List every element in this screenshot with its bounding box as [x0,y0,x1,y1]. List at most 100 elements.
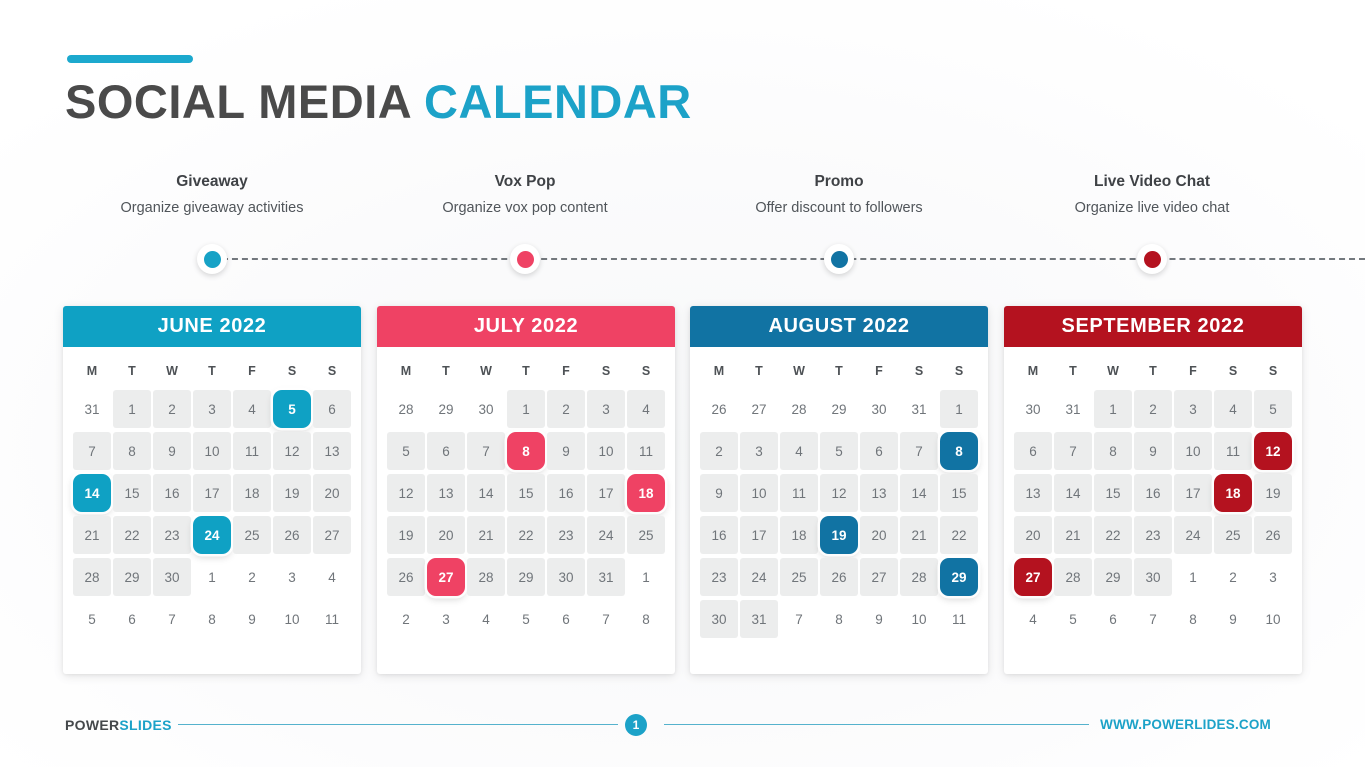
calendar-day-cell[interactable]: 5 [72,599,112,639]
calendar-day-cell[interactable]: 9 [546,431,586,471]
calendar-day-cell[interactable]: 8 [819,599,859,639]
calendar-day-cell[interactable]: 21 [899,515,939,555]
calendar-day-cell[interactable]: 24 [1173,515,1213,555]
calendar-day-cell[interactable]: 3 [426,599,466,639]
calendar-day-cell[interactable]: 15 [506,473,546,513]
calendar-day-cell[interactable]: 16 [1133,473,1173,513]
calendar-day-cell[interactable]: 12 [386,473,426,513]
calendar-day-cell[interactable]: 21 [466,515,506,555]
calendar-day-cell[interactable]: 14 [899,473,939,513]
timeline-dot-marker[interactable] [824,244,854,274]
calendar-day-cell[interactable]: 2 [1133,389,1173,429]
calendar-day-cell[interactable]: 28 [1053,557,1093,597]
calendar-day-cell[interactable]: 12 [272,431,312,471]
calendar-day-cell[interactable]: 13 [859,473,899,513]
calendar-day-cell[interactable]: 10 [1173,431,1213,471]
calendar-day-cell[interactable]: 30 [546,557,586,597]
calendar-day-cell[interactable]: 9 [859,599,899,639]
calendar-day-cell[interactable]: 27 [1013,557,1053,597]
calendar-day-cell[interactable]: 7 [899,431,939,471]
calendar-day-cell[interactable]: 29 [1093,557,1133,597]
calendar-day-cell[interactable]: 14 [1053,473,1093,513]
calendar-day-cell[interactable]: 5 [819,431,859,471]
calendar-day-cell[interactable]: 5 [1253,389,1293,429]
calendar-day-cell[interactable]: 20 [426,515,466,555]
calendar-day-cell[interactable]: 25 [232,515,272,555]
calendar-day-cell[interactable]: 7 [466,431,506,471]
calendar-day-cell[interactable]: 8 [1093,431,1133,471]
calendar-day-cell[interactable]: 11 [626,431,666,471]
calendar-day-cell[interactable]: 31 [72,389,112,429]
calendar-day-cell[interactable]: 8 [192,599,232,639]
calendar-day-cell[interactable]: 14 [466,473,506,513]
calendar-day-cell[interactable]: 28 [899,557,939,597]
calendar-day-cell[interactable]: 31 [899,389,939,429]
calendar-day-cell[interactable]: 11 [1213,431,1253,471]
calendar-day-cell[interactable]: 9 [1213,599,1253,639]
calendar-day-cell[interactable]: 28 [466,557,506,597]
calendar-day-cell[interactable]: 8 [112,431,152,471]
calendar-day-cell[interactable]: 26 [272,515,312,555]
calendar-day-cell[interactable]: 4 [466,599,506,639]
calendar-day-cell[interactable]: 4 [626,389,666,429]
calendar-day-cell[interactable]: 5 [272,389,312,429]
calendar-day-cell[interactable]: 18 [1213,473,1253,513]
calendar-day-cell[interactable]: 4 [1213,389,1253,429]
calendar-day-cell[interactable]: 23 [152,515,192,555]
calendar-day-cell[interactable]: 10 [899,599,939,639]
calendar-day-cell[interactable]: 18 [779,515,819,555]
calendar-day-cell[interactable]: 10 [272,599,312,639]
calendar-day-cell[interactable]: 20 [312,473,352,513]
calendar-day-cell[interactable]: 7 [72,431,112,471]
calendar-day-cell[interactable]: 21 [1053,515,1093,555]
calendar-day-cell[interactable]: 7 [152,599,192,639]
calendar-day-cell[interactable]: 4 [1013,599,1053,639]
calendar-day-cell[interactable]: 24 [586,515,626,555]
calendar-day-cell[interactable]: 2 [386,599,426,639]
calendar-day-cell[interactable]: 28 [779,389,819,429]
calendar-day-cell[interactable]: 20 [1013,515,1053,555]
calendar-day-cell[interactable]: 6 [112,599,152,639]
calendar-day-cell[interactable]: 19 [1253,473,1293,513]
calendar-day-cell[interactable]: 27 [739,389,779,429]
calendar-day-cell[interactable]: 25 [779,557,819,597]
calendar-day-cell[interactable]: 23 [1133,515,1173,555]
calendar-day-cell[interactable]: 6 [1013,431,1053,471]
calendar-day-cell[interactable]: 17 [192,473,232,513]
calendar-day-cell[interactable]: 8 [939,431,979,471]
calendar-day-cell[interactable]: 1 [1093,389,1133,429]
calendar-day-cell[interactable]: 2 [152,389,192,429]
calendar-day-cell[interactable]: 29 [112,557,152,597]
calendar-day-cell[interactable]: 5 [1053,599,1093,639]
calendar-day-cell[interactable]: 4 [312,557,352,597]
calendar-day-cell[interactable]: 12 [1253,431,1293,471]
calendar-day-cell[interactable]: 10 [192,431,232,471]
calendar-day-cell[interactable]: 29 [819,389,859,429]
calendar-day-cell[interactable]: 3 [739,431,779,471]
calendar-day-cell[interactable]: 19 [386,515,426,555]
calendar-day-cell[interactable]: 3 [272,557,312,597]
calendar-day-cell[interactable]: 2 [1213,557,1253,597]
calendar-day-cell[interactable]: 30 [466,389,506,429]
calendar-day-cell[interactable]: 11 [232,431,272,471]
calendar-day-cell[interactable]: 13 [312,431,352,471]
calendar-day-cell[interactable]: 19 [819,515,859,555]
calendar-day-cell[interactable]: 6 [1093,599,1133,639]
timeline-item-4[interactable]: Live Video Chat Organize live video chat [987,172,1317,274]
calendar-day-cell[interactable]: 30 [1133,557,1173,597]
calendar-day-cell[interactable]: 11 [779,473,819,513]
calendar-day-cell[interactable]: 27 [312,515,352,555]
calendar-day-cell[interactable]: 3 [1253,557,1293,597]
calendar-day-cell[interactable]: 16 [546,473,586,513]
calendar-day-cell[interactable]: 21 [72,515,112,555]
calendar-day-cell[interactable]: 6 [426,431,466,471]
calendar-day-cell[interactable]: 24 [192,515,232,555]
calendar-day-cell[interactable]: 22 [506,515,546,555]
calendar-day-cell[interactable]: 30 [699,599,739,639]
calendar-day-cell[interactable]: 23 [699,557,739,597]
calendar-day-cell[interactable]: 9 [699,473,739,513]
calendar-day-cell[interactable]: 1 [939,389,979,429]
calendar-day-cell[interactable]: 29 [939,557,979,597]
calendar-day-cell[interactable]: 15 [1093,473,1133,513]
timeline-dot-marker[interactable] [1137,244,1167,274]
